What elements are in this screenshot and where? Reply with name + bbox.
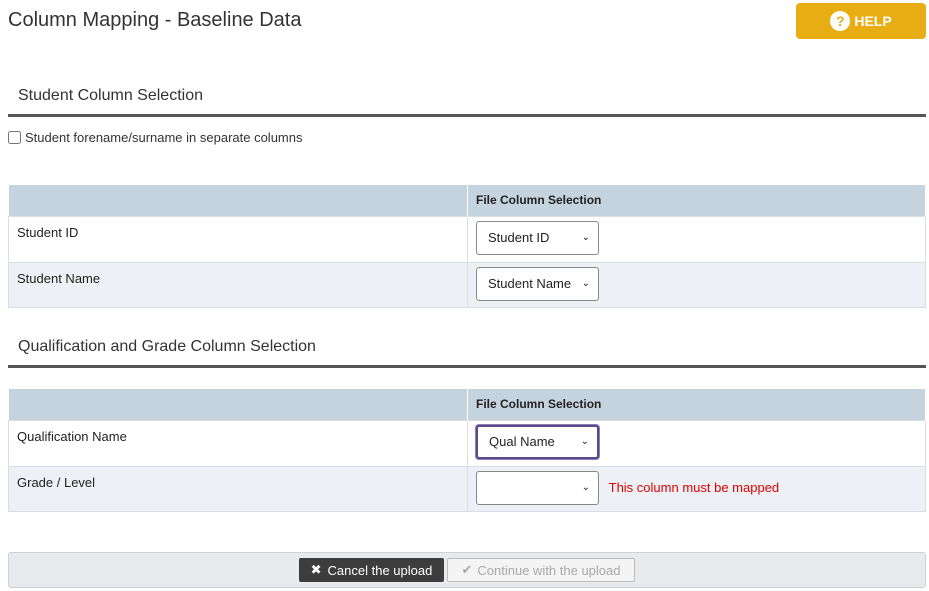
- close-icon: ✖: [310, 562, 322, 577]
- continue-label: Continue with the upload: [477, 562, 621, 578]
- page-title: Column Mapping - Baseline Data: [8, 9, 302, 31]
- select-value: Student ID: [488, 230, 550, 245]
- separate-names-label: Student forename/surname in separate col…: [25, 130, 303, 145]
- student-section-title: Student Column Selection: [18, 87, 203, 104]
- row-label: Grade / Level: [8, 465, 468, 512]
- check-icon: ✔: [461, 562, 473, 577]
- row-label: Student ID: [8, 215, 468, 263]
- table-row: Student Name Student Name ⌄: [8, 261, 926, 308]
- separate-names-checkbox[interactable]: [8, 131, 21, 144]
- section-divider: [8, 114, 926, 117]
- table-row: Grade / Level ⌄ This column must be mapp…: [8, 465, 926, 512]
- table-header-blank: [8, 389, 468, 420]
- row-label: Qualification Name: [8, 419, 468, 467]
- select-value: Student Name: [488, 276, 572, 291]
- grade-level-select[interactable]: ⌄: [476, 470, 599, 505]
- table-row: Student ID Student ID ⌄: [8, 215, 926, 263]
- qualification-name-select[interactable]: Qual Name ⌄: [476, 424, 599, 459]
- chevron-down-icon: ⌄: [581, 232, 590, 243]
- help-button[interactable]: ? HELP: [796, 3, 926, 39]
- student-name-select[interactable]: Student Name ⌄: [476, 266, 599, 301]
- qual-section-title: Qualification and Grade Column Selection: [18, 338, 316, 355]
- cancel-upload-button[interactable]: ✖ Cancel the upload: [299, 558, 444, 582]
- chevron-down-icon: ⌄: [581, 482, 590, 493]
- chevron-down-icon: ⌄: [580, 436, 589, 447]
- table-row: Qualification Name Qual Name ⌄: [8, 419, 926, 467]
- separate-names-option[interactable]: Student forename/surname in separate col…: [8, 130, 303, 145]
- validation-error: This column must be mapped: [608, 480, 780, 495]
- question-circle-icon: ?: [830, 11, 851, 31]
- qual-mapping-table: File Column Selection Qualification Name…: [8, 389, 926, 512]
- row-label: Student Name: [8, 261, 468, 308]
- select-value: Qual Name: [489, 434, 555, 449]
- table-header-file-column: File Column Selection: [467, 389, 926, 420]
- student-mapping-table: File Column Selection Student ID Student…: [8, 185, 926, 308]
- chevron-down-icon: ⌄: [581, 278, 590, 289]
- help-label: HELP: [854, 13, 892, 29]
- section-divider: [8, 365, 926, 368]
- continue-upload-button[interactable]: ✔ Continue with the upload: [447, 558, 635, 582]
- table-header-file-column: File Column Selection: [467, 185, 926, 216]
- table-header-blank: [8, 185, 468, 216]
- cancel-label: Cancel the upload: [327, 562, 433, 578]
- student-id-select[interactable]: Student ID ⌄: [476, 220, 599, 255]
